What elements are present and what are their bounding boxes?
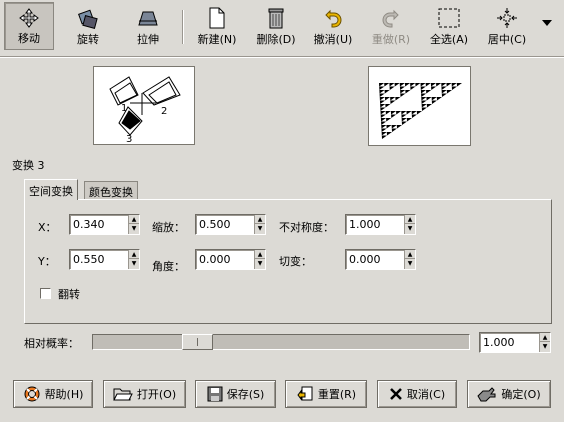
shear-input[interactable] bbox=[346, 250, 403, 269]
save-button[interactable]: 保存(S) bbox=[195, 380, 276, 408]
stretch-tool-label: 拉伸 bbox=[137, 33, 159, 46]
probability-spinbox[interactable]: ▲▼ bbox=[479, 332, 551, 353]
ok-button[interactable]: 确定(O) bbox=[467, 380, 551, 408]
angle-spin-up[interactable]: ▲ bbox=[255, 250, 265, 259]
flip-checkbox[interactable] bbox=[40, 288, 51, 299]
toolbar: 移动 旋转 拉伸 新建(N) 删除(D) 撤消(U) 重做(R) 全选(A) 居… bbox=[0, 0, 564, 52]
angle-spinbox[interactable]: ▲▼ bbox=[195, 249, 266, 270]
asymmetry-input[interactable] bbox=[346, 215, 403, 234]
x-spinbox[interactable]: ▲▼ bbox=[69, 214, 140, 235]
reset-button[interactable]: 重置(R) bbox=[285, 380, 367, 408]
select-all-icon bbox=[438, 8, 460, 28]
tab-color-transform[interactable]: 颜色变换 bbox=[84, 181, 138, 199]
y-label: Y： bbox=[38, 255, 56, 268]
center-icon bbox=[497, 8, 517, 28]
transform-diagram[interactable]: 1 2 3 bbox=[93, 66, 195, 145]
folder-open-icon bbox=[113, 388, 133, 401]
shear-spin-up[interactable]: ▲ bbox=[405, 250, 415, 259]
close-icon bbox=[389, 388, 402, 400]
move-tool-button[interactable]: 移动 bbox=[4, 2, 54, 50]
reset-label: 重置(R) bbox=[317, 388, 357, 401]
probability-spin-up[interactable]: ▲ bbox=[540, 333, 550, 342]
transform-label-3: 3 bbox=[126, 134, 132, 144]
rotate-tool-label: 旋转 bbox=[77, 33, 99, 46]
rotate-tool-button[interactable]: 旋转 bbox=[64, 2, 112, 50]
center-label: 居中(C) bbox=[487, 33, 527, 46]
redo-icon bbox=[382, 9, 399, 28]
x-label: X： bbox=[38, 221, 57, 234]
angle-label: 角度： bbox=[152, 260, 185, 273]
ok-label: 确定(O) bbox=[501, 388, 541, 401]
angle-spin-down[interactable]: ▼ bbox=[255, 259, 265, 268]
new-document-icon bbox=[209, 7, 225, 29]
asymmetry-spinbox[interactable]: ▲▼ bbox=[345, 214, 416, 235]
redo-label: 重做(R) bbox=[371, 33, 411, 46]
probability-slider-thumb[interactable] bbox=[182, 334, 213, 350]
angle-input[interactable] bbox=[196, 250, 253, 269]
trash-icon bbox=[268, 8, 284, 29]
asymmetry-spin-up[interactable]: ▲ bbox=[405, 215, 415, 224]
asymmetry-spin-down[interactable]: ▼ bbox=[405, 224, 415, 233]
floppy-disk-icon bbox=[207, 386, 223, 402]
help-label: 帮助(H) bbox=[44, 388, 84, 401]
probability-spin-down[interactable]: ▼ bbox=[540, 342, 550, 351]
stretch-tool-button[interactable]: 拉伸 bbox=[124, 2, 172, 50]
save-label: 保存(S) bbox=[226, 388, 265, 401]
toolbar-separator bbox=[182, 10, 184, 44]
transform-title: 变换 3 bbox=[12, 159, 45, 172]
flip-label: 翻转 bbox=[58, 288, 80, 301]
move-tool-label: 移动 bbox=[18, 32, 40, 45]
select-all-button[interactable]: 全选(A) bbox=[424, 2, 474, 50]
toolbar-divider bbox=[0, 56, 564, 58]
undo-button[interactable]: 撤消(U) bbox=[308, 2, 358, 50]
new-label: 新建(N) bbox=[197, 33, 237, 46]
x-spin-down[interactable]: ▼ bbox=[129, 224, 139, 233]
tab-spatial-transform[interactable]: 空间变换 bbox=[24, 179, 78, 200]
lifebuoy-icon bbox=[24, 386, 40, 402]
delete-button[interactable]: 删除(D) bbox=[252, 2, 300, 50]
transform-label-2: 2 bbox=[161, 106, 167, 117]
stretch-icon bbox=[138, 11, 158, 26]
scale-label: 缩放： bbox=[152, 221, 185, 234]
probability-input[interactable] bbox=[480, 333, 538, 352]
scale-spin-down[interactable]: ▼ bbox=[255, 224, 265, 233]
y-spin-down[interactable]: ▼ bbox=[129, 259, 139, 268]
undo-label: 撤消(U) bbox=[313, 33, 353, 46]
undo-icon bbox=[325, 9, 342, 28]
ok-hand-icon bbox=[477, 387, 496, 402]
x-input[interactable] bbox=[70, 215, 127, 234]
y-input[interactable] bbox=[70, 250, 127, 269]
scale-spinbox[interactable]: ▲▼ bbox=[195, 214, 266, 235]
scale-spin-up[interactable]: ▲ bbox=[255, 215, 265, 224]
delete-label: 删除(D) bbox=[256, 33, 296, 46]
redo-button[interactable]: 重做(R) bbox=[366, 2, 416, 50]
open-label: 打开(O) bbox=[136, 388, 177, 401]
shear-spinbox[interactable]: ▲▼ bbox=[345, 249, 416, 270]
y-spinbox[interactable]: ▲▼ bbox=[69, 249, 140, 270]
rotate-icon bbox=[78, 9, 98, 29]
probability-label: 相对概率： bbox=[24, 337, 79, 350]
cancel-button[interactable]: 取消(C) bbox=[377, 380, 457, 408]
y-spin-up[interactable]: ▲ bbox=[129, 250, 139, 259]
dropdown-arrow-icon[interactable] bbox=[541, 18, 553, 28]
center-button[interactable]: 居中(C) bbox=[482, 2, 532, 50]
move-icon bbox=[19, 8, 39, 28]
cancel-label: 取消(C) bbox=[406, 388, 446, 401]
shear-label: 切变： bbox=[279, 255, 312, 268]
asymmetry-label: 不对称度： bbox=[279, 221, 334, 234]
reset-icon bbox=[297, 386, 313, 401]
x-spin-up[interactable]: ▲ bbox=[129, 215, 139, 224]
fractal-preview bbox=[368, 66, 471, 146]
select-all-label: 全选(A) bbox=[429, 33, 469, 46]
open-button[interactable]: 打开(O) bbox=[103, 380, 186, 408]
help-button[interactable]: 帮助(H) bbox=[13, 380, 93, 408]
shear-spin-down[interactable]: ▼ bbox=[405, 259, 415, 268]
scale-input[interactable] bbox=[196, 215, 253, 234]
new-button[interactable]: 新建(N) bbox=[192, 2, 242, 50]
transform-label-1: 1 bbox=[121, 103, 127, 114]
probability-slider-track[interactable] bbox=[92, 334, 470, 350]
